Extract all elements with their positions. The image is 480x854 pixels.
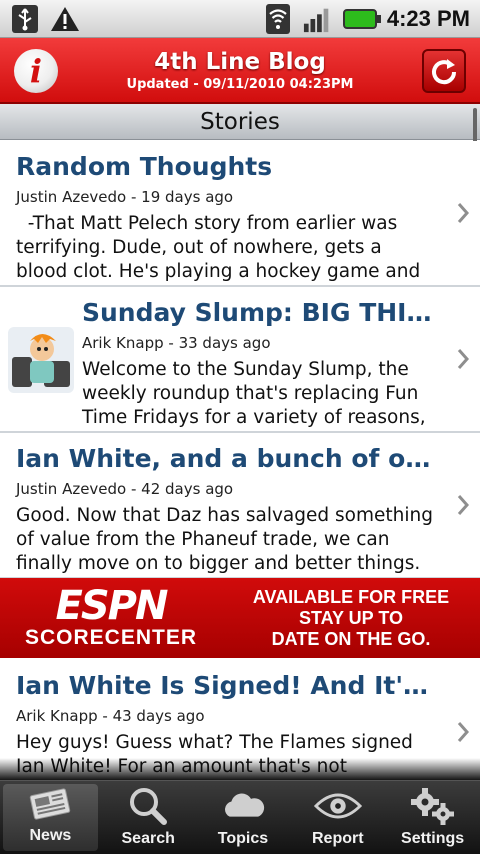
refresh-icon[interactable] bbox=[422, 49, 466, 93]
story-title: Sunday Slump: BIG THINGS bbox=[82, 298, 438, 327]
wifi-icon bbox=[263, 3, 293, 34]
story-meta: Justin Azevedo - 19 days ago bbox=[16, 188, 234, 206]
story-excerpt: Good. Now that Daz has salvaged somethin… bbox=[16, 505, 433, 574]
chevron-right-icon bbox=[457, 722, 470, 742]
header-title-block: 4th Line Blog Updated - 09/11/2010 04:23… bbox=[127, 49, 354, 92]
tab-label: Report bbox=[312, 830, 364, 847]
section-header: Stories bbox=[0, 104, 480, 140]
updated-timestamp: Updated - 09/11/2010 04:23PM bbox=[126, 76, 354, 92]
newspaper-icon bbox=[26, 784, 74, 823]
ad-logo-block: ESPN SCORECENTER bbox=[0, 578, 222, 658]
story-meta: Justin Azevedo - 42 days ago bbox=[16, 480, 234, 498]
signal-icon bbox=[303, 4, 333, 34]
tab-label: Topics bbox=[217, 830, 269, 847]
tab-topics[interactable]: Topics bbox=[196, 781, 291, 854]
story-title: Ian White Is Signed! And It's N... bbox=[16, 671, 438, 700]
ad-banner[interactable]: ESPN SCORECENTER AVAILABLE FOR FREE STAY… bbox=[0, 578, 480, 658]
magnifier-icon bbox=[124, 786, 172, 826]
usb-icon bbox=[10, 4, 40, 34]
tab-news[interactable]: News bbox=[3, 784, 98, 851]
tab-label: Search bbox=[121, 830, 175, 847]
chevron-right-icon bbox=[457, 349, 470, 369]
tab-search[interactable]: Search bbox=[101, 781, 196, 854]
app-title: 4th Line Blog bbox=[154, 48, 326, 75]
list-item[interactable]: Ian White, and a bunch of othe... Justin… bbox=[0, 433, 480, 579]
ad-line-1: AVAILABLE FOR FREE bbox=[252, 586, 450, 607]
status-bar: 4:23 PM bbox=[0, 0, 480, 38]
bottom-tab-bar: News Search Topics Report Settings bbox=[0, 780, 480, 854]
ad-line-2: STAY UP TO bbox=[298, 607, 404, 628]
battery-icon bbox=[342, 8, 381, 29]
ad-subtitle: SCORECENTER bbox=[24, 626, 198, 649]
chevron-right-icon bbox=[457, 495, 470, 515]
story-meta: Arik Knapp - 43 days ago bbox=[16, 707, 205, 725]
story-list: Random Thoughts Justin Azevedo - 19 days… bbox=[0, 141, 480, 579]
story-meta: Arik Knapp - 33 days ago bbox=[82, 334, 271, 352]
ad-line-3: DATE ON THE GO. bbox=[271, 628, 431, 649]
author-avatar bbox=[8, 327, 74, 393]
app-header: i 4th Line Blog Updated - 09/11/2010 04:… bbox=[0, 38, 480, 104]
cloud-icon bbox=[219, 786, 267, 826]
status-bar-left bbox=[10, 4, 80, 34]
clock: 4:23 PM bbox=[386, 5, 470, 31]
story-title: Ian White, and a bunch of othe... bbox=[16, 444, 438, 473]
story-title: Random Thoughts bbox=[16, 152, 273, 181]
list-item[interactable]: Random Thoughts Justin Azevedo - 19 days… bbox=[0, 141, 480, 287]
tab-label: Settings bbox=[401, 830, 465, 847]
list-fade bbox=[0, 758, 480, 782]
story-excerpt: Welcome to the Sunday Slump, the weekly … bbox=[82, 359, 426, 428]
ad-text: AVAILABLE FOR FREE STAY UP TO DATE ON TH… bbox=[222, 587, 480, 650]
tab-report[interactable]: Report bbox=[290, 781, 385, 854]
tab-settings[interactable]: Settings bbox=[385, 781, 480, 854]
info-icon[interactable]: i bbox=[14, 49, 58, 93]
espn-logo: ESPN bbox=[55, 583, 169, 629]
tab-label: News bbox=[29, 827, 72, 844]
warning-icon bbox=[50, 4, 80, 34]
gears-icon bbox=[409, 786, 457, 826]
status-bar-right: 4:23 PM bbox=[263, 3, 470, 34]
eye-icon bbox=[313, 786, 362, 826]
list-item[interactable]: Sunday Slump: BIG THINGS Arik Knapp - 33… bbox=[0, 287, 480, 433]
chevron-right-icon bbox=[457, 203, 470, 223]
story-excerpt: -That Matt Pelech story from earlier was… bbox=[16, 213, 421, 282]
